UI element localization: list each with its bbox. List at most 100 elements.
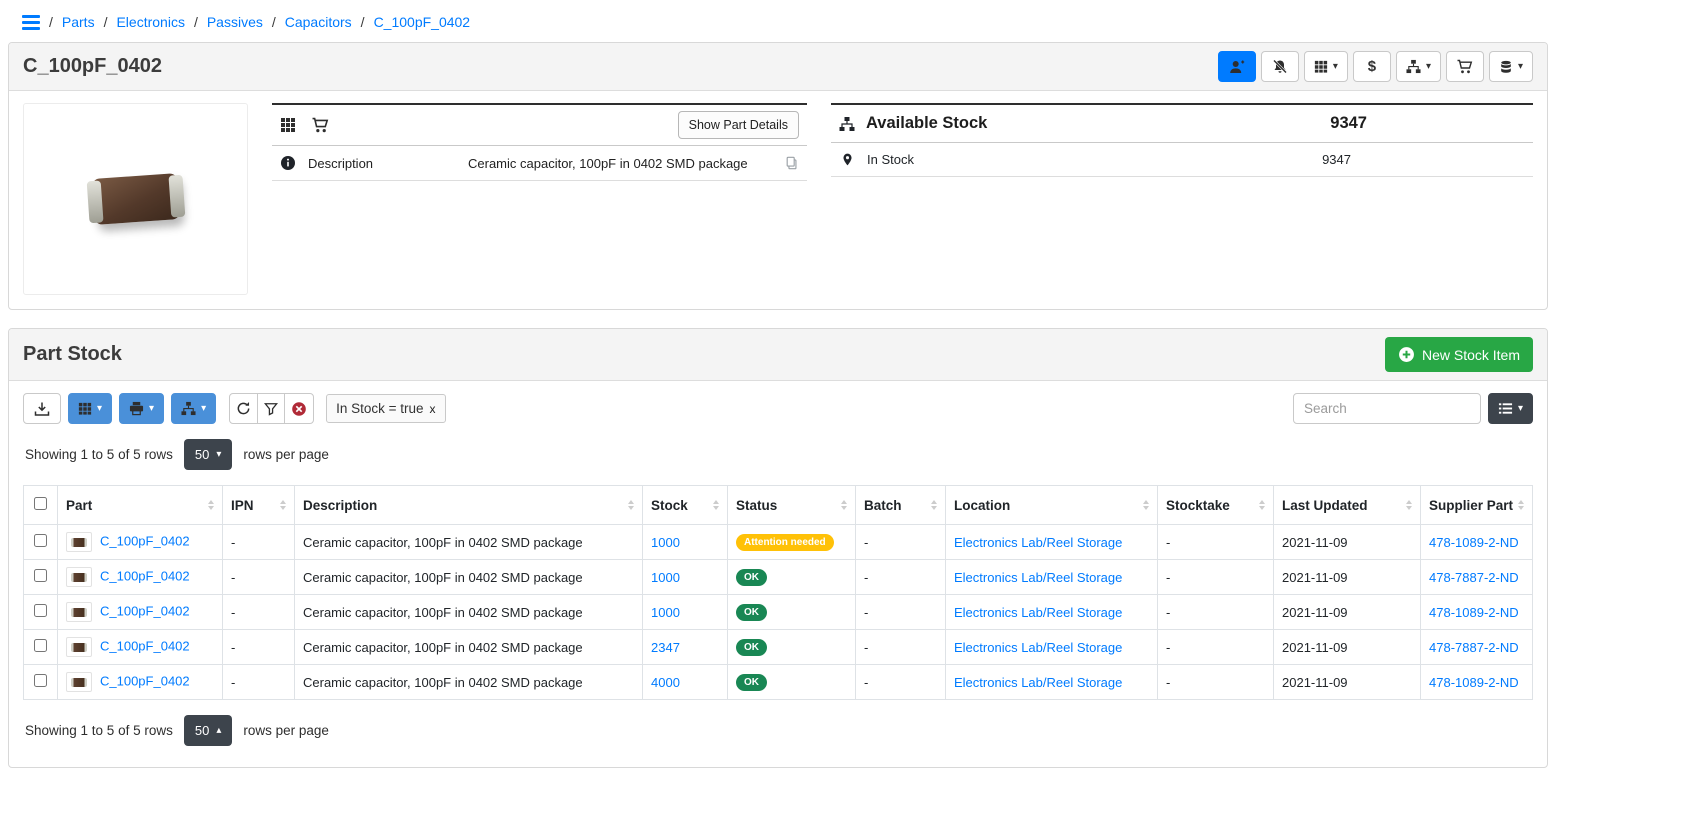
location-link[interactable]: Electronics Lab/Reel Storage — [954, 640, 1122, 655]
part-image[interactable] — [23, 103, 248, 295]
unsubscribe-button[interactable] — [1261, 51, 1299, 82]
stock-link[interactable]: 1000 — [651, 605, 680, 620]
part-link[interactable]: C_100pF_0402 — [100, 568, 190, 583]
sort-icon[interactable] — [931, 500, 937, 510]
download-button[interactable] — [23, 393, 61, 424]
column-label: Last Updated — [1282, 498, 1368, 513]
sort-icon[interactable] — [628, 500, 634, 510]
column-header-ipn[interactable]: IPN — [223, 486, 295, 525]
status-badge: Attention needed — [736, 534, 834, 552]
chevron-down-icon: ▾ — [1518, 62, 1523, 72]
subscribed-users-button[interactable] — [1218, 51, 1256, 82]
stock-link[interactable]: 1000 — [651, 570, 680, 585]
barcode-actions-button[interactable]: ▾ — [68, 393, 112, 424]
sort-icon[interactable] — [713, 500, 719, 510]
menu-icon[interactable] — [22, 15, 40, 30]
column-header-stocktake[interactable]: Stocktake — [1158, 486, 1274, 525]
row-checkbox[interactable] — [34, 674, 47, 687]
remove-filter-icon[interactable]: x — [430, 403, 436, 415]
column-header-batch[interactable]: Batch — [856, 486, 946, 525]
supplier-part-link[interactable]: 478-1089-2-ND — [1429, 535, 1519, 550]
supplier-part-link[interactable]: 478-1089-2-ND — [1429, 675, 1519, 690]
copy-icon[interactable] — [785, 156, 799, 170]
row-checkbox[interactable] — [34, 569, 47, 582]
row-checkbox[interactable] — [34, 639, 47, 652]
part-link[interactable]: C_100pF_0402 — [100, 673, 190, 688]
location-link[interactable]: Electronics Lab/Reel Storage — [954, 605, 1122, 620]
row-select-cell — [24, 665, 58, 700]
column-header-description[interactable]: Description — [295, 486, 643, 525]
stock-link[interactable]: 2347 — [651, 640, 680, 655]
clear-filters-button[interactable] — [284, 393, 314, 424]
show-part-details-button[interactable]: Show Part Details — [678, 111, 799, 139]
inventree-page: /Parts/Electronics/Passives/Capacitors/C… — [0, 0, 1548, 768]
page-size-dropdown[interactable]: 50 ▴ — [184, 715, 233, 746]
column-header-stock[interactable]: Stock — [643, 486, 728, 525]
filter-button[interactable] — [257, 393, 285, 424]
part-link[interactable]: C_100pF_0402 — [100, 638, 190, 653]
breadcrumb-item[interactable]: Electronics — [116, 14, 184, 30]
supplier-part-link[interactable]: 478-7887-2-ND — [1429, 640, 1519, 655]
breadcrumb-item[interactable]: Passives — [207, 14, 263, 30]
stock-table: Part IPNDescriptionStockStatusBatchLocati… — [23, 485, 1533, 700]
chevron-down-icon: ▾ — [1333, 62, 1338, 72]
location-link[interactable]: Electronics Lab/Reel Storage — [954, 570, 1122, 585]
part-link[interactable]: C_100pF_0402 — [100, 533, 190, 548]
row-checkbox[interactable] — [34, 534, 47, 547]
column-header-supplier-part[interactable]: Supplier Part — [1421, 486, 1533, 525]
column-label: Part — [66, 498, 92, 513]
sort-icon[interactable] — [841, 500, 847, 510]
grid-icon[interactable] — [280, 117, 296, 133]
part-link[interactable]: C_100pF_0402 — [100, 603, 190, 618]
refresh-button[interactable] — [229, 393, 258, 424]
sort-icon[interactable] — [280, 500, 286, 510]
new-stock-item-button[interactable]: New Stock Item — [1385, 337, 1533, 372]
stock-table-header-row: Part IPNDescriptionStockStatusBatchLocati… — [24, 486, 1533, 525]
description-row: Description Ceramic capacitor, 100pF in … — [272, 146, 807, 181]
column-header-location[interactable]: Location — [946, 486, 1158, 525]
column-header-last-updated[interactable]: Last Updated — [1274, 486, 1421, 525]
part-body: Show Part Details Description Ceramic ca… — [9, 91, 1547, 309]
sort-icon[interactable] — [1143, 500, 1149, 510]
breadcrumb-item[interactable]: Parts — [62, 14, 95, 30]
display-options-button[interactable]: ▾ — [1304, 51, 1348, 82]
sort-icon[interactable] — [1259, 500, 1265, 510]
page-size-dropdown[interactable]: 50 ▾ — [184, 439, 233, 470]
stock-icon — [839, 116, 855, 132]
supplier-part-link[interactable]: 478-7887-2-ND — [1429, 570, 1519, 585]
description-value: Ceramic capacitor, 100pF in 0402 SMD pac… — [468, 156, 748, 171]
stock-link[interactable]: 4000 — [651, 675, 680, 690]
part-cell: C_100pF_0402 — [58, 630, 223, 665]
pricing-button[interactable]: $ — [1353, 51, 1391, 82]
refresh-icon — [236, 401, 251, 416]
stock-actions-button[interactable]: ▾ — [1396, 51, 1441, 82]
row-checkbox[interactable] — [34, 604, 47, 617]
select-all-checkbox[interactable] — [34, 497, 47, 510]
search-input[interactable] — [1293, 393, 1481, 424]
print-actions-button[interactable]: ▾ — [119, 393, 164, 424]
in-stock-value: 9347 — [1322, 152, 1523, 167]
location-cell: Electronics Lab/Reel Storage — [946, 630, 1158, 665]
cart-icon[interactable] — [312, 117, 329, 134]
sort-icon[interactable] — [1518, 500, 1524, 510]
breadcrumb-item[interactable]: C_100pF_0402 — [374, 14, 471, 30]
part-actions-button[interactable]: ▾ — [1489, 51, 1533, 82]
stock-link[interactable]: 1000 — [651, 535, 680, 550]
part-cell: C_100pF_0402 — [58, 665, 223, 700]
breadcrumb-item[interactable]: Capacitors — [285, 14, 352, 30]
status-badge: OK — [736, 604, 767, 622]
location-pin-icon — [841, 152, 854, 167]
download-icon — [34, 401, 50, 417]
supplier-part-link[interactable]: 478-1089-2-ND — [1429, 605, 1519, 620]
part-thumbnail — [66, 567, 92, 587]
table-view-button[interactable]: ▾ — [1488, 393, 1533, 424]
stock-options-button[interactable]: ▾ — [171, 393, 216, 424]
column-header-status[interactable]: Status — [728, 486, 856, 525]
location-link[interactable]: Electronics Lab/Reel Storage — [954, 675, 1122, 690]
column-header-part[interactable]: Part — [58, 486, 223, 525]
order-button[interactable] — [1446, 51, 1484, 82]
sort-icon[interactable] — [208, 500, 214, 510]
last-updated-cell: 2021-11-09 — [1274, 595, 1421, 630]
sort-icon[interactable] — [1406, 500, 1412, 510]
location-link[interactable]: Electronics Lab/Reel Storage — [954, 535, 1122, 550]
